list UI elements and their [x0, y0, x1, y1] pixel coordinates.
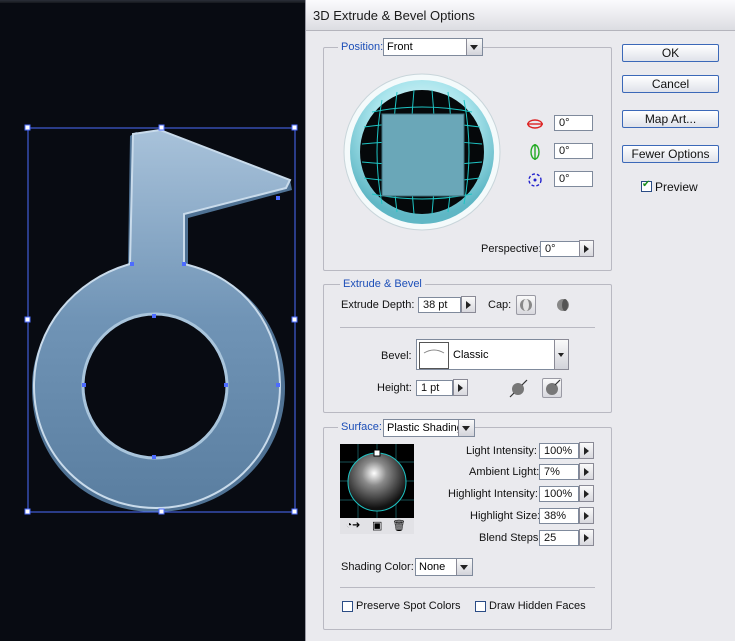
- position-label: Position:: [338, 41, 387, 53]
- z-rotation-field[interactable]: 0°: [554, 171, 593, 187]
- draw-hidden-faces-checkbox[interactable]: [475, 601, 486, 612]
- light-intensity-field[interactable]: 100%: [539, 443, 579, 459]
- z-axis-rotate-icon: [528, 173, 542, 187]
- map-art-button[interactable]: Map Art...: [622, 110, 719, 128]
- surface-value: Plastic Shading: [387, 422, 463, 434]
- position-value: Front: [387, 41, 413, 53]
- blend-steps-slider-button[interactable]: [579, 529, 594, 546]
- height-field[interactable]: 1 pt: [416, 380, 453, 396]
- ambient-light-field[interactable]: 7%: [539, 464, 579, 480]
- preserve-spot-colors-checkbox[interactable]: [342, 601, 353, 612]
- bevel-preview-icon: [419, 342, 449, 369]
- x-axis-rotate-icon: [527, 119, 543, 129]
- bevel-dropdown[interactable]: Classic: [416, 339, 568, 370]
- extrude-depth-slider-button[interactable]: [461, 296, 476, 313]
- height-slider-button[interactable]: [453, 379, 468, 396]
- lighting-toolbar: ◔➜ ▣ 🗑: [340, 518, 414, 534]
- highlight-size-label: Highlight Size:: [470, 510, 541, 522]
- divider: [340, 587, 595, 588]
- ambient-light-label: Ambient Light:: [469, 466, 540, 478]
- chevron-down-icon: [458, 420, 474, 436]
- bevel-dropdown-button[interactable]: [554, 339, 569, 370]
- draw-hidden-faces-label: Draw Hidden Faces: [489, 600, 586, 612]
- bevel-value: Classic: [453, 349, 489, 361]
- track-cube-preview[interactable]: [342, 72, 502, 232]
- bevel-extent-out-icon[interactable]: [509, 378, 529, 398]
- blend-steps-label: Blend Steps:: [479, 532, 542, 544]
- fewer-options-button[interactable]: Fewer Options: [622, 145, 719, 163]
- perspective-label: Perspective:: [481, 243, 542, 255]
- surface-dropdown[interactable]: Plastic Shading: [383, 419, 475, 437]
- perspective-slider-button[interactable]: [579, 240, 594, 257]
- ambient-light-slider-button[interactable]: [579, 463, 594, 480]
- shading-color-dropdown[interactable]: None: [415, 558, 473, 576]
- x-rotation-field[interactable]: 0°: [554, 115, 593, 131]
- shading-color-label: Shading Color:: [341, 561, 414, 573]
- cap-label: Cap:: [488, 299, 512, 311]
- bevel-label: Bevel:: [381, 350, 412, 362]
- cap-on-icon[interactable]: [516, 295, 536, 315]
- surface-label: Surface:: [338, 421, 385, 433]
- extrude-bevel-dialog: 3D Extrude & Bevel Options Position: Fro…: [305, 0, 735, 641]
- y-axis-rotate-icon: [530, 144, 540, 160]
- preserve-spot-colors-label: Preserve Spot Colors: [356, 600, 461, 612]
- move-light-back-icon[interactable]: ◔➜: [346, 520, 360, 531]
- cap-off-icon[interactable]: [554, 296, 572, 314]
- highlight-size-field[interactable]: 38%: [539, 508, 579, 524]
- new-light-icon[interactable]: ▣: [372, 519, 382, 532]
- position-dropdown[interactable]: Front: [383, 38, 483, 56]
- highlight-intensity-label: Highlight Intensity:: [448, 488, 538, 500]
- lighting-sphere-preview[interactable]: [340, 444, 414, 518]
- perspective-field[interactable]: 0°: [540, 241, 580, 257]
- chevron-down-icon: [466, 39, 482, 55]
- blend-steps-field[interactable]: 25: [539, 530, 579, 546]
- extrude-depth-label: Extrude Depth:: [341, 299, 415, 311]
- preview-label: Preview: [655, 180, 698, 194]
- light-source-handle: [373, 449, 381, 457]
- divider: [340, 327, 595, 328]
- 3d-shape-artwork[interactable]: [0, 0, 305, 641]
- chevron-down-icon: [456, 559, 472, 575]
- cancel-button[interactable]: Cancel: [622, 75, 719, 93]
- highlight-intensity-slider-button[interactable]: [579, 485, 594, 502]
- extrude-bevel-label: Extrude & Bevel: [340, 278, 425, 290]
- y-rotation-field[interactable]: 0°: [554, 143, 593, 159]
- height-label: Height:: [377, 382, 412, 394]
- highlight-intensity-field[interactable]: 100%: [539, 486, 579, 502]
- light-intensity-slider-button[interactable]: [579, 442, 594, 459]
- trash-icon[interactable]: 🗑: [392, 519, 406, 532]
- shape-hole: [81, 312, 229, 460]
- dialog-titlebar[interactable]: 3D Extrude & Bevel Options: [306, 0, 735, 31]
- chevron-down-icon: [558, 353, 564, 357]
- dialog-title: 3D Extrude & Bevel Options: [313, 8, 475, 23]
- ok-button[interactable]: OK: [622, 44, 719, 62]
- preview-checkbox[interactable]: [641, 179, 652, 192]
- shading-color-value: None: [419, 561, 446, 573]
- extrude-depth-field[interactable]: 38 pt: [418, 297, 461, 313]
- highlight-size-slider-button[interactable]: [579, 507, 594, 524]
- bevel-extent-in-icon[interactable]: [542, 378, 562, 398]
- light-intensity-label: Light Intensity:: [466, 445, 537, 457]
